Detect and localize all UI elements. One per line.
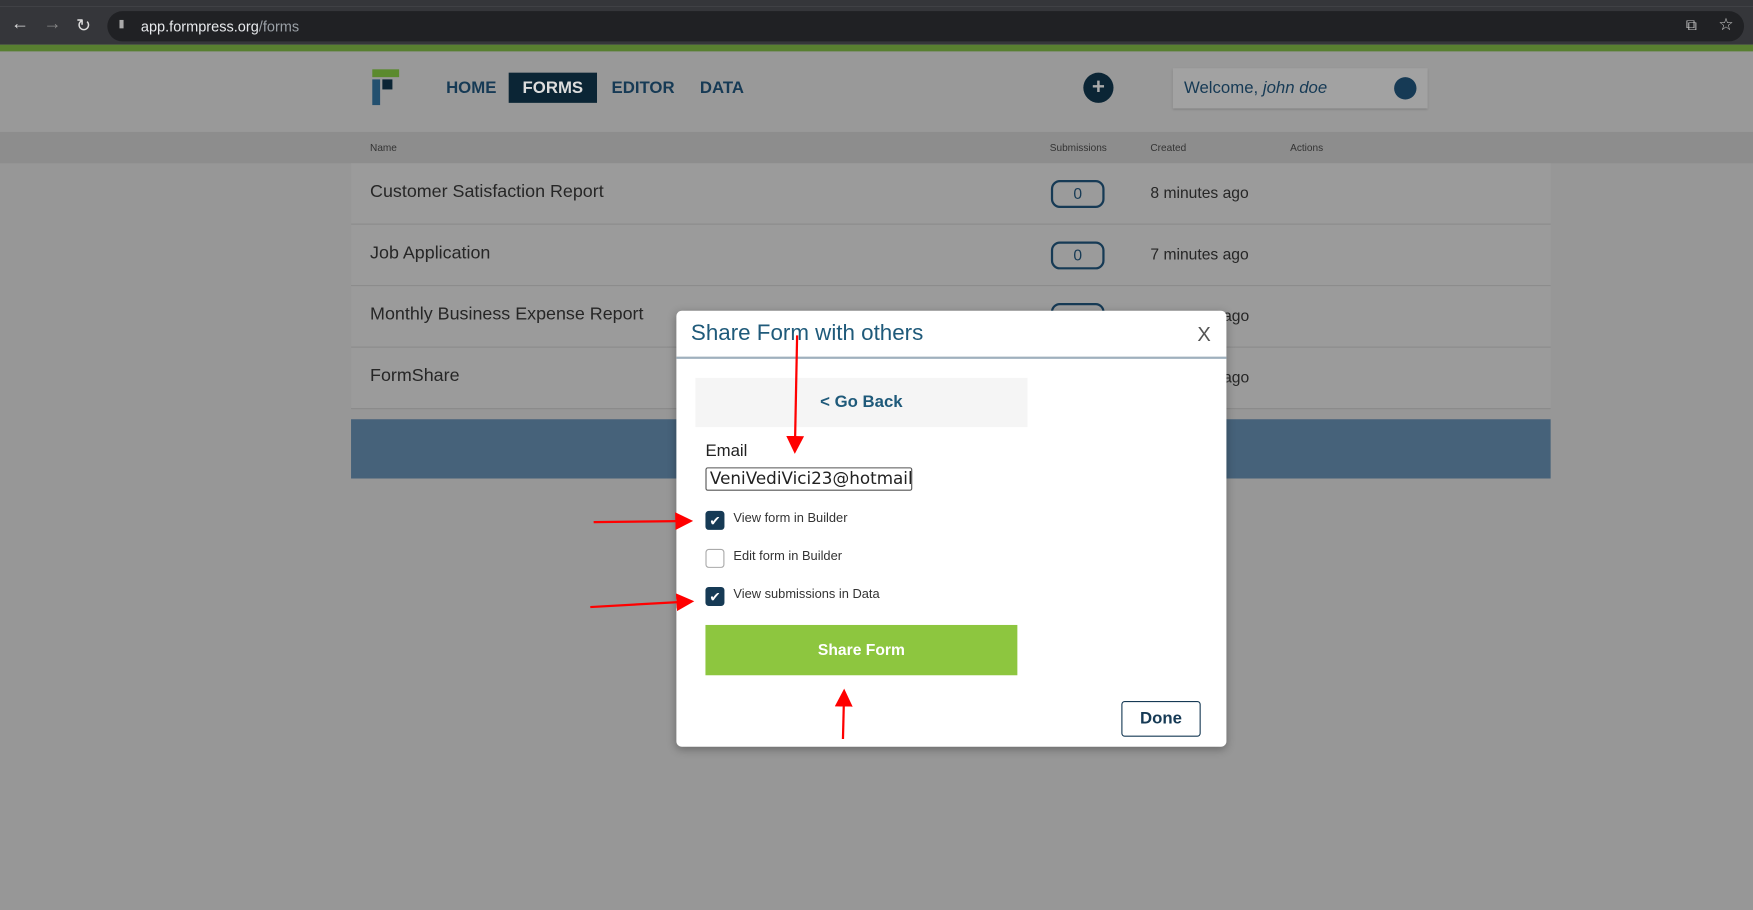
close-button[interactable]: X <box>1197 323 1210 346</box>
created-time: ago <box>1223 306 1250 325</box>
go-back-button[interactable]: < Go Back <box>695 377 1028 428</box>
form-name: Job Application <box>370 243 491 263</box>
edit-builder-label: Edit form in Builder <box>733 550 843 564</box>
column-name: Name <box>370 141 397 154</box>
column-created: Created <box>1150 141 1187 154</box>
table-row[interactable]: Job Application 0 7 minutes ago <box>351 224 1551 287</box>
url-text: app.formpress.org/forms <box>140 17 300 35</box>
form-name: Customer Satisfaction Report <box>370 182 604 202</box>
submissions-badge[interactable]: 0 <box>1050 179 1105 208</box>
nav-data[interactable]: DATA <box>700 78 744 97</box>
form-name: Monthly Business Expense Report <box>370 305 644 325</box>
submissions-badge[interactable]: 0 <box>1050 241 1105 270</box>
lock-icon: ▮ <box>118 17 125 31</box>
view-builder-label: View form in Builder <box>733 512 848 526</box>
arrow-to-view-builder <box>593 512 694 531</box>
column-actions: Actions <box>1290 141 1324 154</box>
nav-home[interactable]: HOME <box>446 78 496 97</box>
accent-strip <box>0 44 1753 52</box>
formpress-logo[interactable] <box>372 69 400 106</box>
view-submissions-label: View submissions in Data <box>733 588 880 602</box>
app-header <box>0 51 1753 132</box>
translate-icon[interactable]: ⧉ <box>1686 16 1697 35</box>
table-header: Name Submissions Created Actions <box>0 131 1753 164</box>
user-menu[interactable]: Welcome, john doe <box>1172 68 1428 109</box>
reload-icon[interactable]: ↻ <box>76 15 91 37</box>
edit-builder-checkbox[interactable] <box>705 548 725 568</box>
view-builder-checkbox[interactable]: ✔ <box>705 510 725 530</box>
nav-forms[interactable]: FORMS <box>508 72 598 103</box>
modal-title: Share Form with others <box>690 320 924 346</box>
divider <box>676 356 1227 359</box>
done-button[interactable]: Done <box>1121 700 1201 737</box>
share-form-modal: Share Form with others X < Go Back Email… <box>676 310 1227 747</box>
welcome-text: Welcome, john doe <box>1183 78 1328 98</box>
browser-toolbar: ← → ↻ ▮ app.formpress.org/forms ⧉ ☆ <box>0 6 1753 45</box>
form-name: FormShare <box>370 366 460 386</box>
forward-icon[interactable]: → <box>44 15 62 35</box>
column-submissions: Submissions <box>1049 141 1107 154</box>
add-form-button[interactable]: + <box>1083 72 1114 103</box>
nav-editor[interactable]: EDITOR <box>612 78 675 97</box>
share-form-button[interactable]: Share Form <box>705 624 1018 676</box>
address-bar[interactable]: ▮ app.formpress.org/forms ⧉ ☆ <box>107 11 1745 42</box>
view-submissions-checkbox[interactable]: ✔ <box>705 586 725 606</box>
table-row[interactable]: Customer Satisfaction Report 0 8 minutes… <box>351 163 1551 225</box>
created-time: ago <box>1223 367 1250 386</box>
arrow-to-view-submissions <box>590 593 695 612</box>
star-icon[interactable]: ☆ <box>1718 15 1733 35</box>
created-time: 8 minutes ago <box>1150 183 1249 202</box>
user-avatar-icon[interactable] <box>1394 77 1417 100</box>
email-input[interactable]: VeniVediVici23@hotmail. <box>705 467 913 491</box>
back-icon[interactable]: ← <box>11 15 29 35</box>
created-time: 7 minutes ago <box>1150 244 1249 263</box>
browser-tab-strip <box>0 0 1753 7</box>
email-label: Email <box>705 441 748 461</box>
